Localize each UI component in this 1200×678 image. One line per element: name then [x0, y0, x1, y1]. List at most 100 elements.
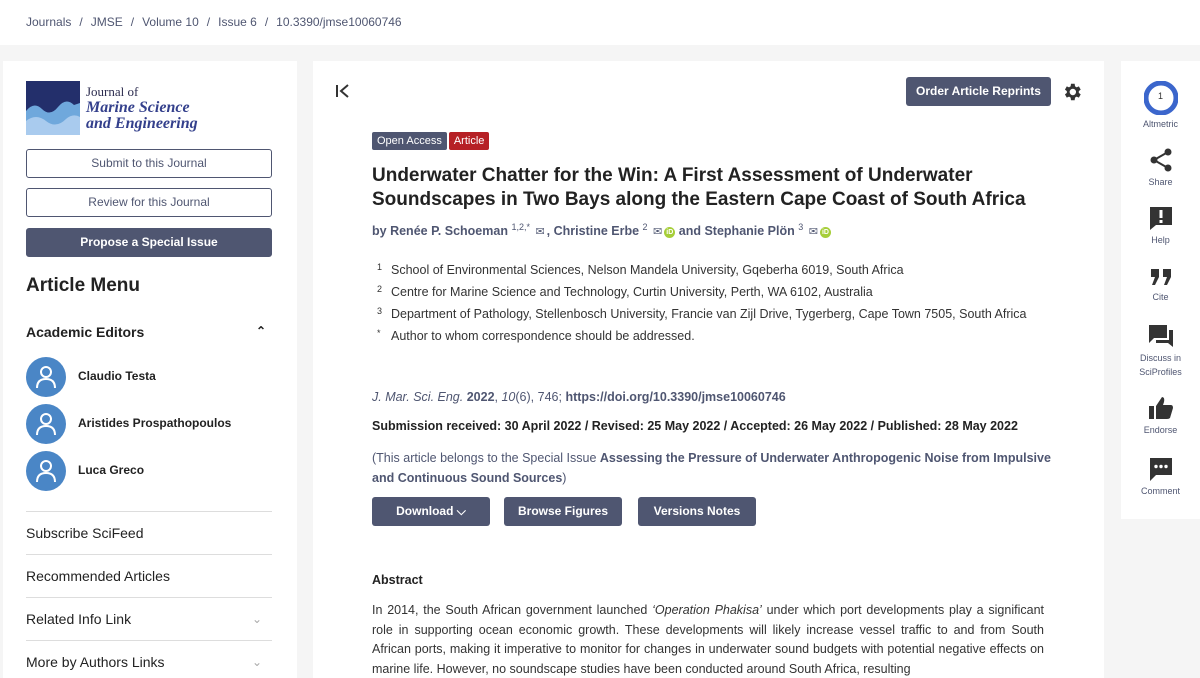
- article-dates: Submission received: 30 April 2022 / Rev…: [372, 419, 1018, 433]
- breadcrumb-separator: /: [264, 15, 269, 29]
- editor-item[interactable]: Claudio Testa: [26, 357, 266, 397]
- altmetric-label: Altmetric: [1142, 119, 1178, 129]
- citation-line: J. Mar. Sci. Eng. 2022, 10(6), 746; http…: [372, 390, 786, 404]
- chevron-down-icon: ⌵: [456, 504, 466, 518]
- article-menu-title: Article Menu: [26, 275, 141, 296]
- journal-logo[interactable]: Journal of Marine Science and Engineerin…: [26, 81, 226, 135]
- share-icon: [1150, 148, 1171, 172]
- review-journal-button[interactable]: Review for this Journal: [26, 188, 272, 217]
- waves-logo-icon: [26, 81, 80, 135]
- altmetric-button[interactable]: 1 Altmetric: [1121, 81, 1200, 131]
- editor-name: Claudio Testa: [78, 369, 156, 383]
- side-link-label: Related Info Link: [26, 611, 132, 627]
- email-icon[interactable]: ✉: [809, 225, 818, 238]
- help-icon: [1149, 207, 1172, 230]
- affiliation-item: 3 Department of Pathology, Stellenbosch U…: [377, 304, 1057, 324]
- article-badges: Open Access Article: [372, 131, 491, 150]
- affiliations: 1 School of Environmental Sciences, Nelso…: [377, 260, 1057, 348]
- cite-button[interactable]: Cite: [1121, 266, 1200, 304]
- subscribe-scifeed-link[interactable]: Subscribe SciFeed: [26, 511, 272, 554]
- breadcrumb-journals[interactable]: Journals: [26, 15, 71, 29]
- author-list: by Renée P. Schoeman 1,2,* ✉, Christine …: [372, 222, 831, 239]
- article-title: Underwater Chatter for the Win: A First …: [372, 165, 1026, 210]
- journal-logo-text: Journal of Marine Science and Engineerin…: [86, 84, 198, 132]
- affiliation-text: Author to whom correspondence should be …: [391, 329, 695, 343]
- author-link[interactable]: Stephanie Plön: [704, 224, 794, 238]
- affiliation-text: Department of Pathology, Stellenbosch Un…: [391, 307, 1027, 321]
- order-reprints-button[interactable]: Order Article Reprints: [906, 77, 1051, 106]
- special-issue-prefix: (This article belongs to the Special Iss…: [372, 451, 597, 465]
- abstract-text: In 2014, the South African government la…: [372, 601, 1044, 678]
- academic-editors-heading: Academic Editors: [26, 324, 145, 340]
- browse-figures-button[interactable]: Browse Figures: [504, 497, 622, 526]
- discuss-label: Discuss in SciProfiles: [1139, 353, 1182, 377]
- help-label: Help: [1151, 235, 1170, 245]
- special-issue-suffix: ): [562, 471, 567, 485]
- chevron-up-icon: ⌃: [255, 324, 266, 338]
- avatar: [26, 357, 66, 397]
- author-link[interactable]: Christine Erbe: [554, 224, 639, 238]
- side-link-label: Subscribe SciFeed: [26, 525, 144, 541]
- affiliation-text: School of Environmental Sciences, Nelson…: [391, 263, 904, 277]
- breadcrumb-volume[interactable]: Volume 10: [142, 15, 199, 29]
- editor-name: Aristides Prospathopoulos: [78, 416, 232, 430]
- orcid-icon[interactable]: iD: [664, 227, 676, 239]
- email-icon[interactable]: ✉: [653, 225, 662, 238]
- more-by-authors-link[interactable]: More by Authors Links ⌄: [26, 640, 272, 678]
- chevron-down-icon: ⌄: [251, 655, 262, 669]
- recommended-articles-link[interactable]: Recommended Articles: [26, 554, 272, 597]
- affiliation-number: 1: [377, 262, 383, 272]
- endorse-label: Endorse: [1143, 425, 1178, 435]
- doi-link[interactable]: https://doi.org/10.3390/jmse10060746: [565, 390, 785, 404]
- open-access-badge[interactable]: Open Access: [372, 132, 447, 150]
- breadcrumb-issue[interactable]: Issue 6: [218, 15, 257, 29]
- abstract-emphasis: ‘Operation Phakisa’: [652, 603, 762, 617]
- logo-line-1: Journal of: [86, 84, 139, 99]
- discuss-button[interactable]: Discuss in SciProfiles: [1121, 323, 1200, 379]
- breadcrumb-separator: /: [206, 15, 211, 29]
- propose-special-issue-button[interactable]: Propose a Special Issue: [26, 228, 272, 257]
- email-icon[interactable]: ✉: [535, 225, 544, 238]
- citation-journal: J. Mar. Sci. Eng.: [372, 390, 464, 404]
- article-panel: Order Article Reprints Open Access Articl…: [313, 61, 1104, 678]
- altmetric-score: 1: [1157, 91, 1163, 101]
- download-button[interactable]: Download ⌵: [372, 497, 490, 526]
- orcid-icon[interactable]: iD: [819, 227, 831, 239]
- submit-journal-button[interactable]: Submit to this Journal: [26, 149, 272, 178]
- related-info-link[interactable]: Related Info Link ⌄: [26, 597, 272, 640]
- editor-item[interactable]: Luca Greco: [26, 451, 266, 491]
- author-affil-sup: 1,2,*: [511, 222, 530, 232]
- affiliation-item: 1 School of Environmental Sciences, Nelso…: [377, 260, 1057, 280]
- person-icon: [36, 413, 56, 436]
- affiliation-text: Centre for Marine Science and Technology…: [391, 285, 873, 299]
- citation-issue-pages: (6), 746;: [515, 390, 562, 404]
- quote-icon: [1150, 269, 1171, 285]
- citation-year: 2022: [466, 390, 495, 404]
- collapse-sidebar-icon[interactable]: [335, 83, 351, 99]
- author-link[interactable]: Renée P. Schoeman: [390, 224, 508, 238]
- chevron-down-icon: ⌄: [251, 612, 262, 626]
- thumbs-up-icon: [1148, 397, 1173, 419]
- share-button[interactable]: Share: [1121, 147, 1200, 189]
- editor-item[interactable]: Aristides Prospathopoulos: [26, 404, 266, 444]
- citation-volume: 10: [501, 390, 516, 404]
- affiliation-item: 2 Centre for Marine Science and Technolog…: [377, 282, 1057, 302]
- comment-icon: [1149, 458, 1172, 481]
- help-button[interactable]: Help: [1121, 205, 1200, 247]
- person-icon: [36, 366, 56, 389]
- authors-prefix: by: [372, 224, 387, 239]
- logo-line-2: Marine Science: [86, 99, 190, 116]
- breadcrumb-jmse[interactable]: JMSE: [91, 15, 123, 29]
- abstract-heading: Abstract: [372, 573, 423, 587]
- avatar: [26, 404, 66, 444]
- editor-name: Luca Greco: [78, 463, 145, 477]
- gear-icon[interactable]: [1061, 81, 1083, 103]
- authors-conjunction: and: [678, 224, 701, 239]
- endorse-button[interactable]: Endorse: [1121, 395, 1200, 437]
- versions-notes-button[interactable]: Versions Notes: [638, 497, 756, 526]
- academic-editors-toggle[interactable]: Academic Editors ⌃: [26, 324, 266, 340]
- breadcrumb-doi[interactable]: 10.3390/jmse10060746: [276, 15, 401, 29]
- avatar: [26, 451, 66, 491]
- download-label: Download: [396, 504, 454, 518]
- comment-button[interactable]: Comment: [1121, 456, 1200, 498]
